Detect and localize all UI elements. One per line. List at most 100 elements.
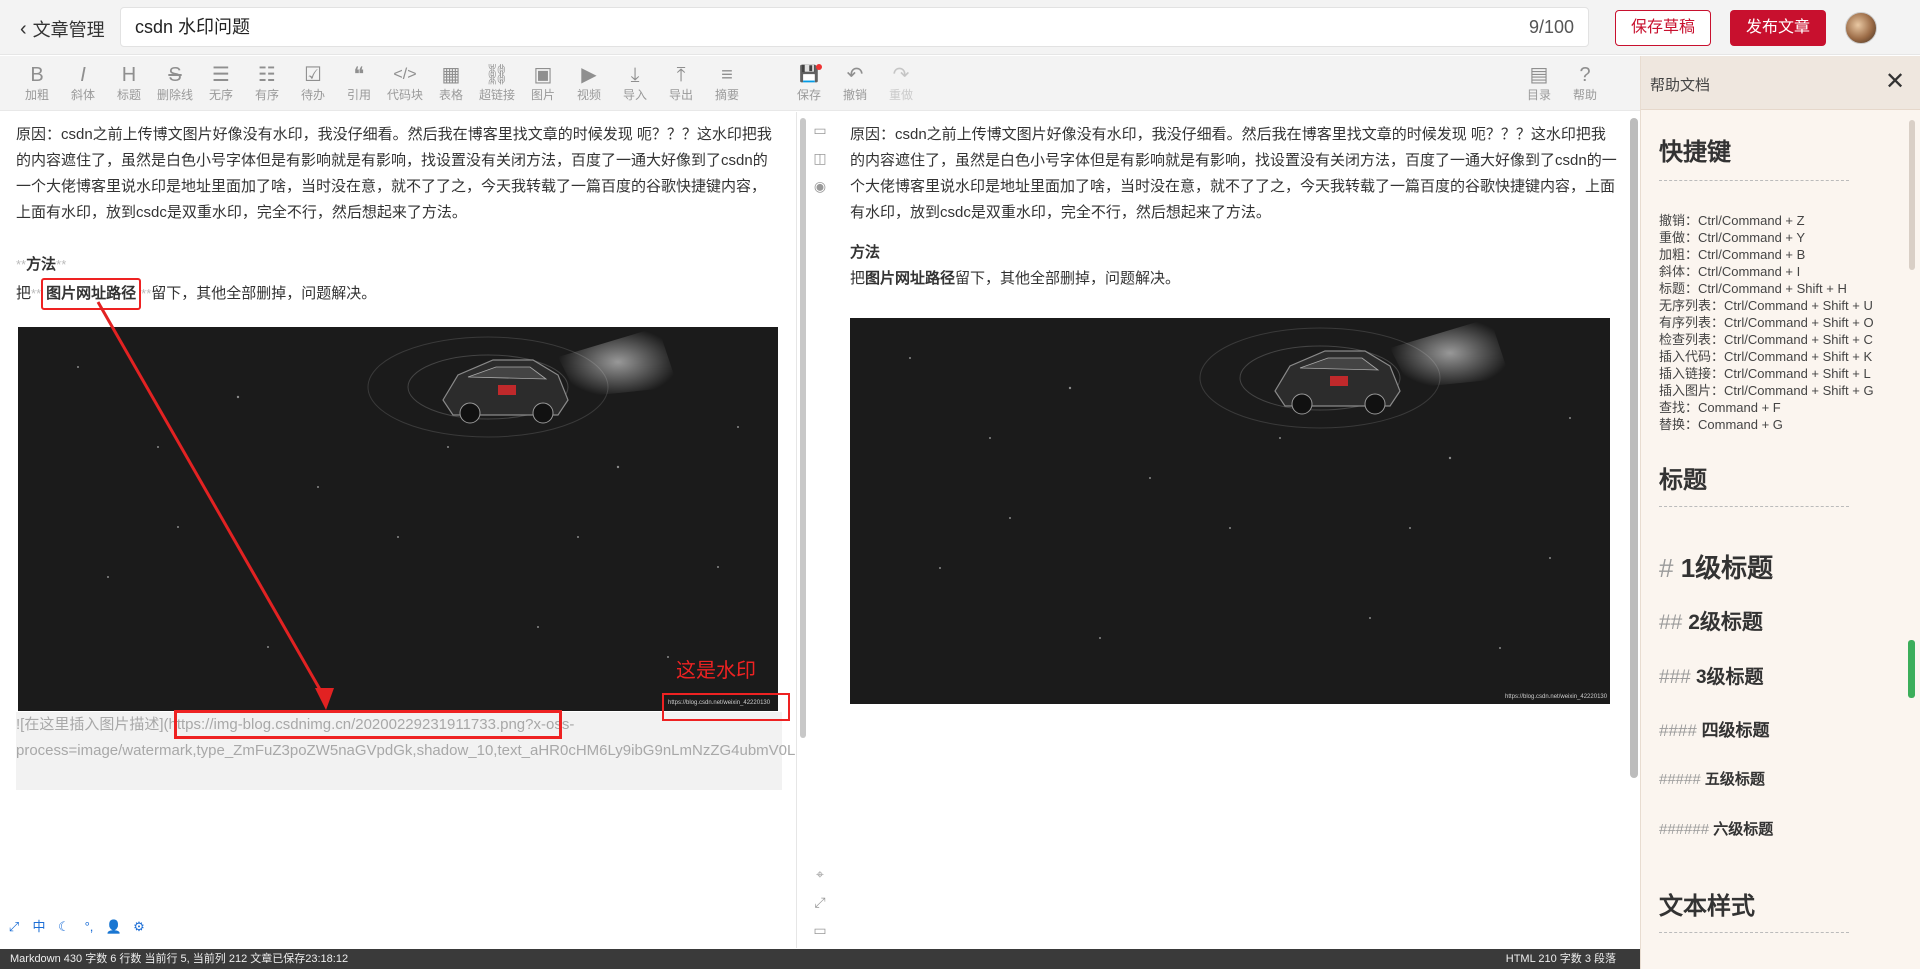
strikethrough-label: 删除线	[156, 88, 193, 102]
video-button[interactable]: ▶ 视频	[566, 62, 612, 108]
publish-article-button[interactable]: 发布文章	[1730, 10, 1826, 46]
method-heading-text: 方法	[26, 256, 57, 273]
preview-method-heading: 方法	[850, 244, 881, 261]
article-title-text: csdn 水印问题	[135, 17, 251, 37]
status-bar: Markdown 430 字数 6 行数 当前行 5, 当前列 212 文章已保…	[0, 949, 1640, 969]
heading-sample-5: ##### 五级标题	[1659, 771, 1765, 788]
article-title-input[interactable]: csdn 水印问题 9/100	[120, 7, 1589, 47]
preview-eye-icon[interactable]: ◉	[808, 174, 832, 198]
editor-scrollbar[interactable]	[800, 118, 806, 738]
bold-marker: **	[56, 257, 67, 272]
summary-label: 摘要	[714, 88, 739, 102]
ordered-list-button[interactable]: ☷ 有序	[244, 62, 290, 108]
unordered-list-button[interactable]: ☰ 无序	[198, 62, 244, 108]
fullscreen-icon[interactable]: ⤢	[808, 890, 832, 914]
preview-method-line: 把图片网址路径留下，其他全部删掉，问题解决。	[850, 266, 1180, 292]
preview-scrollbar[interactable]	[1630, 118, 1638, 778]
import-icon: ⤓	[630, 64, 640, 86]
strikethrough-button[interactable]: S 删除线	[152, 62, 198, 108]
image-button[interactable]: ▣ 图片	[520, 62, 566, 108]
line-after: 留下，其他全部删掉，问题解决。	[151, 285, 377, 302]
ordered-list-icon: ☷	[258, 64, 276, 86]
help-scrollbar[interactable]	[1909, 120, 1915, 270]
quote-icon: ❝	[353, 64, 365, 86]
summary-icon: ≡	[721, 64, 733, 86]
heading-label: 标题	[116, 88, 141, 102]
crosshair-icon[interactable]: ⌖	[808, 862, 832, 886]
italic-button[interactable]: I 斜体	[60, 62, 106, 108]
heading-sample-2: ## 2级标题	[1659, 611, 1763, 634]
undo-button[interactable]: ↶ 撤销	[832, 62, 878, 108]
shortcut-item: 撤销：Ctrl/Command + Z	[1659, 213, 1805, 228]
bold-button[interactable]: B 加粗	[14, 62, 60, 108]
single-column-icon[interactable]: ▭	[808, 118, 832, 142]
input-method-toolbar: ⤢ 中 ☾ °, 👤 ⚙	[4, 917, 149, 941]
back-label: 文章管理	[32, 20, 105, 40]
undo-label: 撤销	[842, 88, 867, 102]
editor-toolbar: B 加粗 I 斜体 H 标题 S 删除线 ☰ 无序 ☷ 有序 ☑ 待办 ❝ 引用 </> 代码块 …	[0, 56, 1640, 111]
watermark-text: https://blog.csdn.net/weixin_42220130	[1505, 694, 1608, 700]
avatar[interactable]	[1845, 12, 1877, 44]
markdown-editor[interactable]: 原因：csdn之前上传博文图片好像没有水印，我没仔细看。然后我在博客里找文章的时…	[0, 112, 797, 948]
line-before: 把	[16, 285, 32, 302]
expand-icon[interactable]: ⤢	[4, 917, 24, 937]
line-after: 留下，其他全部删掉，问题解决。	[955, 270, 1181, 287]
back-to-article-management[interactable]: ‹ 文章管理	[20, 16, 105, 42]
shortcut-item: 有序列表：Ctrl/Command + Shift + O	[1659, 315, 1874, 330]
hyperlink-label: 超链接	[478, 88, 515, 102]
url-highlight-box	[174, 710, 562, 739]
bold-label: 加粗	[24, 88, 49, 102]
user-icon[interactable]: 👤	[104, 917, 124, 937]
heading-button[interactable]: H 标题	[106, 62, 152, 108]
shortcut-item: 标题：Ctrl/Command + Shift + H	[1659, 281, 1847, 296]
italic-label: 斜体	[70, 88, 95, 102]
save-button[interactable]: 💾 保存	[786, 62, 832, 108]
export-label: 导出	[668, 88, 693, 102]
editor-method-line: 把** 图片网址路径 **留下，其他全部删掉，问题解决。	[16, 278, 376, 310]
shortcut-item: 插入链接：Ctrl/Command + Shift + L	[1659, 366, 1871, 381]
toc-button[interactable]: ▤ 目录	[1516, 62, 1562, 108]
code-icon: </>	[393, 66, 417, 83]
save-draft-button[interactable]: 保存草稿	[1615, 10, 1711, 46]
gear-icon[interactable]: ⚙	[129, 917, 149, 937]
unordered-list-icon: ☰	[212, 64, 230, 86]
toc-label: 目录	[1526, 88, 1551, 102]
bold-icon: B	[30, 64, 44, 86]
punctuation-icon[interactable]: °,	[79, 917, 99, 937]
summary-button[interactable]: ≡ 摘要	[704, 62, 750, 108]
help-button[interactable]: ? 帮助	[1562, 62, 1608, 108]
redo-button[interactable]: ↷ 重做	[878, 62, 924, 108]
table-button[interactable]: ▦ 表格	[428, 62, 474, 108]
quote-button[interactable]: ❝ 引用	[336, 62, 382, 108]
heading-sample-4: #### 四级标题	[1659, 721, 1770, 740]
html-preview: 原因：csdn之前上传博文图片好像没有水印，我没仔细看。然后我在博客里找文章的时…	[836, 112, 1636, 948]
shortcut-item: 斜体：Ctrl/Command + I	[1659, 264, 1801, 279]
help-label: 帮助	[1572, 88, 1597, 102]
chinese-input-icon[interactable]: 中	[29, 917, 49, 937]
editor-image-preview: https://blog.csdn.net/weixin_42220130	[18, 327, 778, 711]
shortcut-item: 替换：Command + G	[1659, 417, 1783, 432]
undo-icon: ↶	[846, 64, 864, 86]
bold-marker: **	[141, 286, 152, 301]
editor-method-heading: **方法**	[16, 252, 66, 278]
heading-sample-3: ### 3级标题	[1659, 667, 1764, 688]
close-icon[interactable]: ✕	[1881, 68, 1909, 96]
code-block-button[interactable]: </> 代码块	[382, 62, 428, 108]
help-scroll-indicator[interactable]	[1908, 640, 1915, 698]
image-label: 图片	[530, 88, 555, 102]
car-space-image: https://blog.csdn.net/weixin_42220130	[850, 318, 1610, 704]
export-button[interactable]: ⤒ 导出	[658, 62, 704, 108]
hyperlink-button[interactable]: ⛓ 超链接	[474, 62, 520, 108]
top-bar: ‹ 文章管理 csdn 水印问题 9/100 保存草稿 发布文章	[0, 0, 1920, 55]
todo-button[interactable]: ☑ 待办	[290, 62, 336, 108]
moon-icon[interactable]: ☾	[54, 917, 74, 937]
import-button[interactable]: ⤓ 导入	[612, 62, 658, 108]
line-before: 把	[850, 270, 866, 287]
shortcut-item: 查找：Command + F	[1659, 400, 1781, 415]
redo-label: 重做	[888, 88, 913, 102]
preview-paragraph: 原因：csdn之前上传博文图片好像没有水印，我没仔细看。然后我在博客里找文章的时…	[850, 126, 1617, 221]
toc-icon: ▤	[1529, 64, 1549, 86]
save-label: 保存	[796, 88, 821, 102]
split-view-icon[interactable]: ◫	[808, 146, 832, 170]
monitor-icon[interactable]: ▭	[808, 918, 832, 942]
